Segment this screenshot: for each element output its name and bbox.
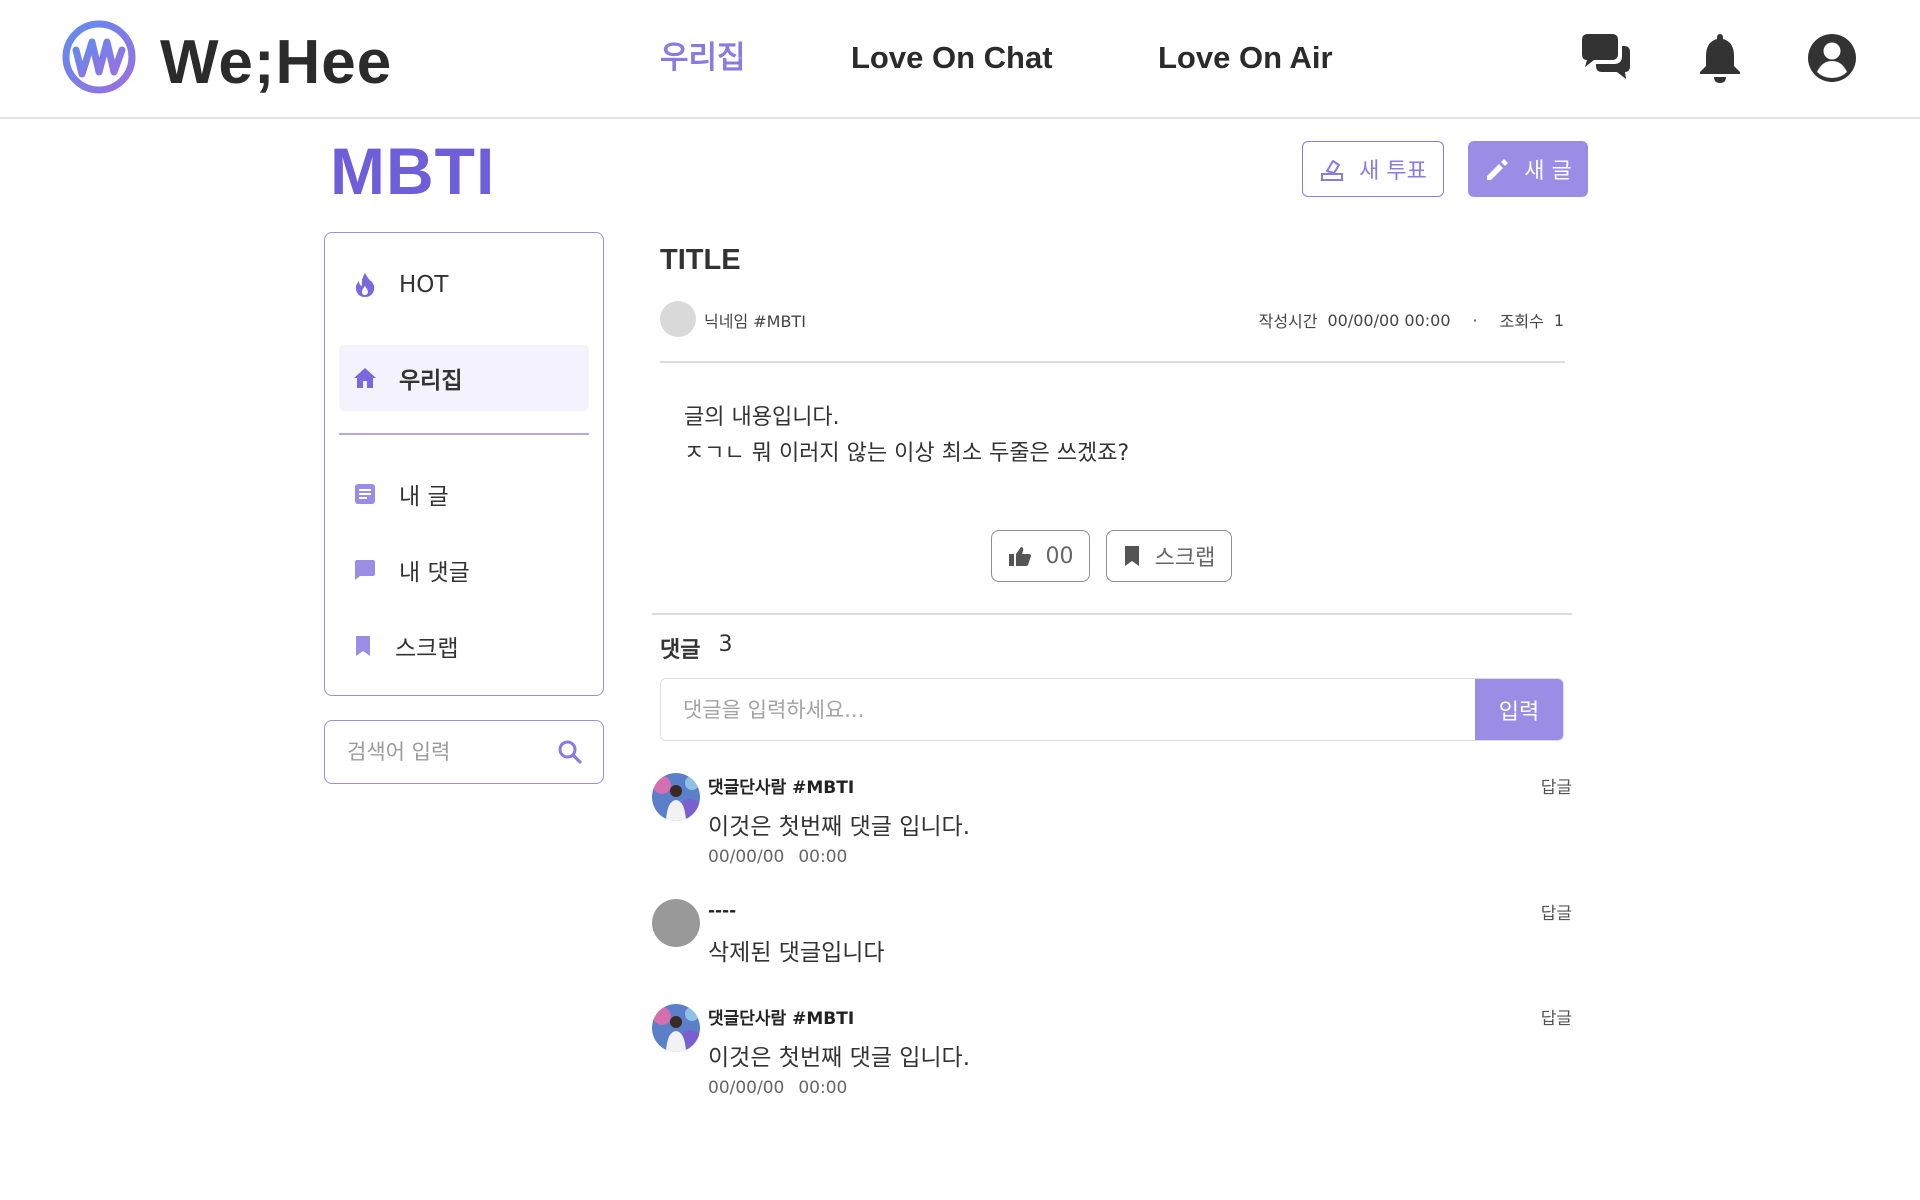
logo-text[interactable]: We;Hee xyxy=(160,26,392,100)
comment-author[interactable]: 댓글단사람 #MBTI xyxy=(708,773,854,798)
sidebar-item-hot[interactable]: HOT xyxy=(339,252,589,318)
comment-datetime: 00/00/00 00:00 xyxy=(708,847,847,867)
comment-input[interactable] xyxy=(661,679,1475,740)
meta-separator: · xyxy=(1472,310,1478,330)
comment-datetime: 00/00/00 00:00 xyxy=(708,1078,847,1098)
comment-item: 댓글단사람 #MBTI 이것은 첫번째 댓글 입니다. 00/00/00 00:… xyxy=(652,1004,1572,1104)
sidebar-item-label: 우리집 xyxy=(399,368,463,394)
comment-item: 댓글단사람 #MBTI 이것은 첫번째 댓글 입니다. 00/00/00 00:… xyxy=(652,773,1572,873)
like-count: 00 xyxy=(1045,543,1074,569)
reply-button[interactable]: 답글 xyxy=(1541,1004,1572,1029)
logo-icon[interactable] xyxy=(62,20,136,94)
comment-date: 00/00/00 xyxy=(708,1078,785,1098)
comments-count: 3 xyxy=(718,632,733,657)
comment-icon xyxy=(355,560,375,580)
sidebar-item-scrap[interactable]: 스크랩 xyxy=(339,613,589,679)
comment-item: ---- 삭제된 댓글입니다 답글 xyxy=(652,899,1572,999)
comment-author[interactable]: 댓글단사람 #MBTI xyxy=(708,1004,854,1029)
sidebar-item-label: HOT xyxy=(399,272,449,298)
bookmark-icon xyxy=(356,636,370,656)
search-icon[interactable] xyxy=(557,739,583,765)
fire-icon xyxy=(355,273,375,297)
commenter-avatar xyxy=(652,899,700,947)
sidebar-item-label: 스크랩 xyxy=(395,636,459,662)
scrap-button[interactable]: 스크랩 xyxy=(1106,530,1232,582)
account-icon[interactable] xyxy=(1804,30,1860,86)
vote-icon xyxy=(1321,160,1344,181)
created-label: 작성시간 xyxy=(1258,312,1318,331)
sidebar: HOT 우리집 내 글 내 댓글 스크랩 xyxy=(324,232,604,696)
post-body-line: 글의 내용입니다. xyxy=(684,405,840,430)
post-body-line: ㅈㄱㄴ 뭐 이러지 않는 이상 최소 두줄은 쓰겠죠? xyxy=(684,441,1130,466)
like-button[interactable]: 00 xyxy=(991,530,1090,582)
sidebar-item-my-comments[interactable]: 내 댓글 xyxy=(339,537,589,603)
comment-submit-button[interactable]: 입력 xyxy=(1475,679,1563,740)
post-meta: 작성시간 00/00/00 00:00 · 조회수 1 xyxy=(1259,308,1564,332)
post-body: 글의 내용입니다. ㅈㄱㄴ 뭐 이러지 않는 이상 최소 두줄은 쓰겠죠? xyxy=(684,400,1129,472)
author-avatar[interactable] xyxy=(660,301,696,337)
nav-love-on-air[interactable]: Love On Air xyxy=(1158,36,1333,80)
views-value: 1 xyxy=(1553,310,1564,330)
post-divider xyxy=(660,361,1565,363)
new-vote-label: 새 투표 xyxy=(1359,159,1427,184)
sidebar-divider xyxy=(339,433,589,435)
new-vote-button[interactable]: 새 투표 xyxy=(1302,141,1444,197)
top-header: We;Hee 우리집 Love On Chat Love On Air xyxy=(0,0,1920,119)
article-icon xyxy=(355,484,375,504)
comment-time: 00:00 xyxy=(798,1078,848,1098)
created-value: 00/00/00 00:00 xyxy=(1327,310,1451,330)
comment-author: ---- xyxy=(708,901,737,921)
sidebar-item-label: 내 글 xyxy=(399,484,449,510)
home-icon xyxy=(354,368,376,388)
search-input[interactable] xyxy=(347,740,557,764)
sidebar-search xyxy=(324,720,604,784)
bell-icon[interactable] xyxy=(1692,30,1748,86)
reply-button[interactable]: 답글 xyxy=(1541,899,1572,924)
comment-time: 00:00 xyxy=(798,847,848,867)
comments-divider xyxy=(652,613,1572,615)
comments-label: 댓글 xyxy=(660,638,701,663)
chat-icon[interactable] xyxy=(1578,30,1634,86)
post-title: TITLE xyxy=(660,244,741,276)
comment-date: 00/00/00 xyxy=(708,847,785,867)
new-post-label: 새 글 xyxy=(1524,159,1572,184)
commenter-avatar[interactable] xyxy=(652,773,700,821)
author-name[interactable]: 닉네임 #MBTI xyxy=(704,308,806,332)
thumbs-up-icon xyxy=(1008,547,1031,566)
comment-text: 이것은 첫번째 댓글 입니다. xyxy=(708,1045,971,1071)
nav-home[interactable]: 우리집 xyxy=(660,36,746,80)
new-post-button[interactable]: 새 글 xyxy=(1468,141,1588,197)
sidebar-item-my-posts[interactable]: 내 글 xyxy=(339,461,589,527)
views-label: 조회수 xyxy=(1499,312,1544,331)
comments-header: 댓글 3 xyxy=(660,632,732,664)
sidebar-item-home[interactable]: 우리집 xyxy=(339,345,589,411)
commenter-avatar[interactable] xyxy=(652,1004,700,1052)
comment-text: 이것은 첫번째 댓글 입니다. xyxy=(708,814,971,840)
sidebar-item-label: 내 댓글 xyxy=(399,560,470,586)
comment-text: 삭제된 댓글입니다 xyxy=(708,940,885,966)
pencil-icon xyxy=(1487,159,1509,180)
board-title: MBTI xyxy=(330,134,496,208)
nav-love-on-chat[interactable]: Love On Chat xyxy=(851,36,1053,80)
reply-button[interactable]: 답글 xyxy=(1541,773,1572,798)
bookmark-icon xyxy=(1124,546,1139,566)
scrap-label: 스크랩 xyxy=(1154,546,1216,571)
comment-form: 입력 xyxy=(660,678,1564,741)
